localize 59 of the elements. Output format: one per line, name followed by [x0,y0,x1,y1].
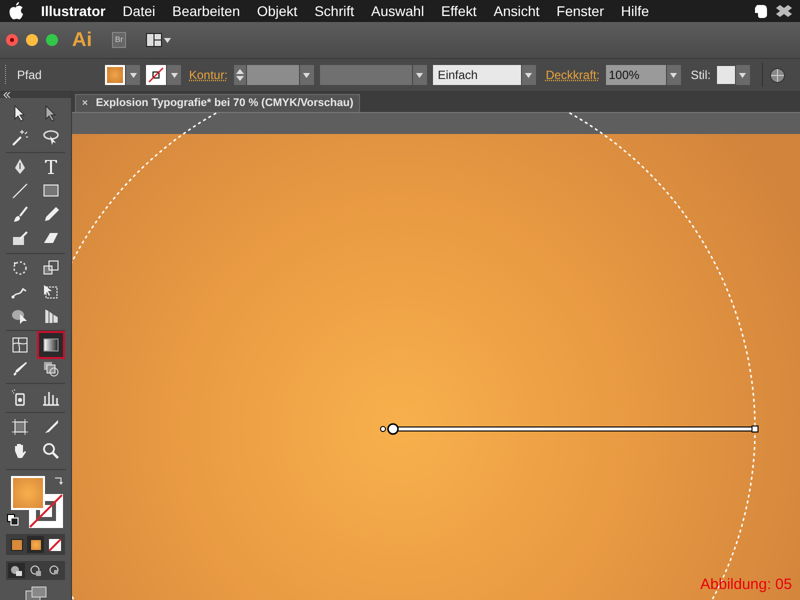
stroke-weight-field[interactable] [246,65,299,85]
globe-icon[interactable] [770,68,785,82]
caret-icon [670,72,678,78]
tab-close-button[interactable]: × [82,96,88,111]
close-window-button[interactable] [6,34,18,46]
menu-item[interactable]: Effekt [441,0,477,22]
caret-icon [170,72,178,78]
gradient-icon[interactable] [39,333,64,357]
caret-icon[interactable] [164,38,171,42]
color-mode-button[interactable] [8,536,25,553]
none-mode-button[interactable] [46,536,63,553]
menu-item[interactable]: Ansicht [494,0,540,22]
menu-item[interactable]: Schrift [314,0,354,22]
caret-icon [739,72,746,78]
style-swatch[interactable] [716,66,735,84]
stroke-link[interactable]: Kontur: [189,66,228,84]
menu-item[interactable]: Objekt [256,0,298,22]
document-tab[interactable]: × Explosion Typografie* bei 70 % (CMYK/Vorschau) [75,94,360,112]
layout-icon[interactable] [146,33,162,47]
default-colors-icon[interactable] [6,514,18,526]
caret-icon [525,72,532,78]
dropdown-button[interactable] [167,65,181,85]
caret-icon [130,72,136,78]
panel-grip-icon[interactable] [4,65,7,85]
no-stroke-swatch[interactable] [146,65,166,85]
dropdown-button[interactable] [412,65,427,85]
dropdown-button[interactable] [666,65,681,85]
zoom-window-button[interactable] [46,34,58,46]
dropdown-button[interactable] [736,65,750,85]
caret-icon [416,72,424,78]
opacity-field[interactable]: 100% [606,65,666,85]
menu-item[interactable]: Bearbeiten [172,0,240,22]
apple-logo-icon[interactable] [8,2,24,20]
menu-item[interactable]: Fenster [556,0,604,22]
draw-normal-icon[interactable] [8,563,25,578]
menu-item[interactable]: Illustrator [41,0,106,22]
dropdown-button[interactable] [126,65,140,85]
bridge-button[interactable]: Br [112,32,126,48]
stroke-profile-dropdown[interactable]: Einfach [432,65,521,85]
dropdown-button[interactable] [300,65,314,85]
menu-item[interactable]: Datei [122,0,156,22]
opacity-link[interactable]: Deckkraft: [546,66,600,84]
caret-icon [303,72,310,78]
variable-width-field[interactable] [320,65,412,85]
style-label: Stil: [690,67,711,84]
fill-color-swatch[interactable] [10,476,44,510]
collapse-panel-icon[interactable] [3,92,11,98]
menu-item[interactable]: Hilfe [621,0,650,22]
minimize-window-button[interactable] [26,34,38,46]
app-logo: Ai [72,28,92,53]
dropdown-button[interactable] [522,65,536,85]
selection-type-label: Pfad [16,67,43,84]
gradient-annotator[interactable] [380,423,758,435]
screen-mode-icon[interactable] [24,586,46,600]
stepper-icon[interactable] [234,65,246,85]
figure-caption: Abbildung: 05 [700,574,792,594]
fill-swatch[interactable] [105,65,125,85]
menu-item[interactable]: Auswahl [371,0,424,22]
gradient-mode-button[interactable] [27,536,44,553]
